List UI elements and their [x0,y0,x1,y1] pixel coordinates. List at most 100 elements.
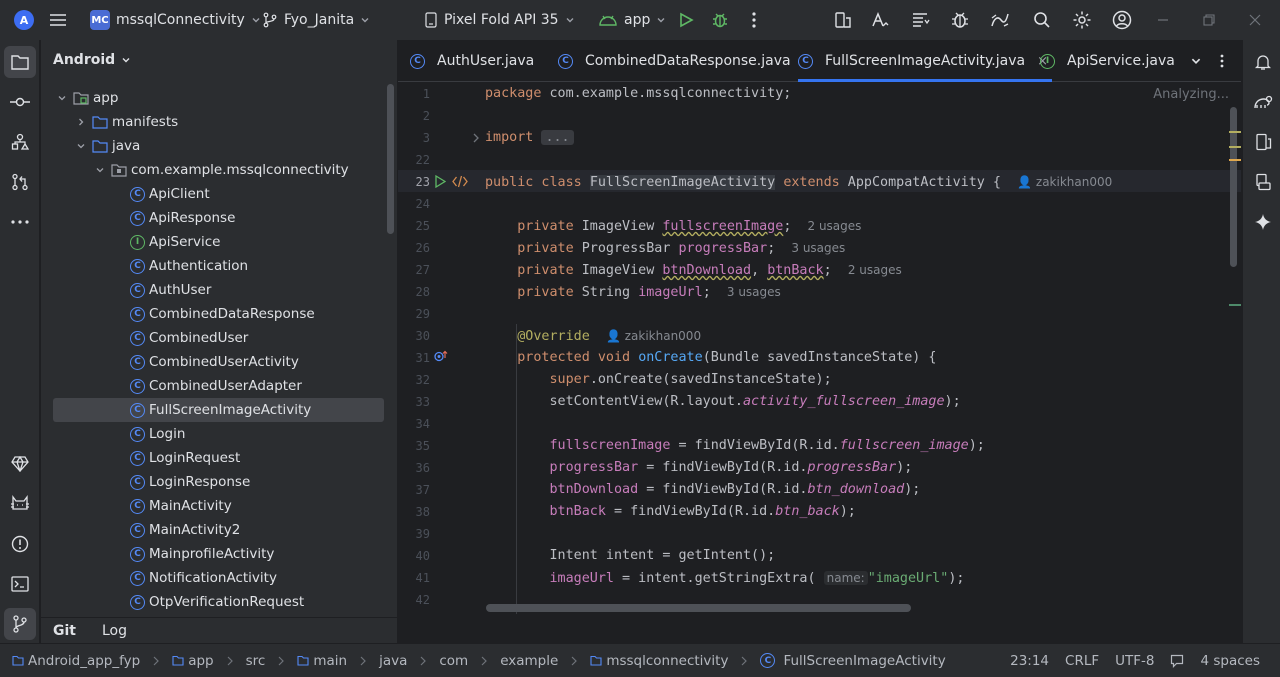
main-menu-logo[interactable]: A [8,6,40,34]
device-selector[interactable]: Pixel Fold API 35 [418,6,581,34]
sync-gradle-button[interactable] [904,4,936,36]
tree-item[interactable]: C LoginResponse [41,470,386,494]
notifications-button[interactable] [1247,46,1279,78]
tree-item[interactable]: C OtpVerificationRequest [41,590,386,614]
tree-item[interactable]: C Login [41,422,386,446]
tree-item[interactable]: app [41,86,386,110]
device-manager-button[interactable] [826,4,858,36]
settings-button[interactable] [1066,4,1098,36]
tree-item[interactable]: I ApiService [41,230,386,254]
account-button[interactable] [1106,4,1138,36]
tree-item[interactable]: C CombinedDataResponse [41,302,386,326]
attach-debugger-button[interactable] [944,4,976,36]
usages-hint[interactable]: 2 usages [848,263,902,277]
device-manager-side-button[interactable] [1247,126,1279,158]
run-config-selector[interactable]: app [592,6,672,34]
tree-item[interactable]: C NotificationActivity [41,566,386,590]
tree-item[interactable]: C CombinedUserActivity [41,350,386,374]
restore-button[interactable] [1186,0,1232,40]
warning-marker[interactable] [1229,146,1241,148]
code-editor[interactable]: 1 2 3 22 23 24 25 26 27 28 29 30 31 32 33 34 35 36 37 38 39 4… [398,83,1241,617]
hamburger-menu-icon[interactable] [42,4,74,36]
chevron-right-icon[interactable] [74,115,88,129]
author-hint[interactable]: 👤 zakikhan000 [606,329,701,343]
tree-item[interactable]: C AuthUser [41,278,386,302]
indent-setting[interactable]: 4 spaces [1192,653,1280,669]
breadcrumb-item[interactable]: example [500,653,558,669]
related-xml-button[interactable] [452,175,468,188]
project-selector[interactable]: MC mssqlConnectivity [84,6,267,34]
tree-item[interactable]: C MainprofileActivity [41,542,386,566]
translate-button[interactable] [864,4,896,36]
tab-combineddataresponse[interactable]: C CombinedDataResponse.java [558,40,791,82]
project-view-selector[interactable]: Android [53,52,131,68]
breadcrumb-item[interactable]: src [246,653,266,669]
tree-item[interactable]: C CombinedUserAdapter [41,374,386,398]
chevron-down-icon[interactable] [55,91,69,105]
caret-position[interactable]: 23:14 [1002,653,1057,669]
breadcrumb-item[interactable]: com [439,653,468,669]
tab-options-button[interactable] [1206,45,1238,77]
project-scrollbar[interactable] [387,84,394,234]
tab-fullscreenimageactivity[interactable]: C FullScreenImageActivity.java × [798,40,1052,82]
breadcrumb-item[interactable]: app [172,653,214,669]
readonly-toggle[interactable] [1162,654,1192,668]
gradle-button[interactable] [1247,86,1279,118]
more-tools-button[interactable] [4,206,36,238]
tree-item[interactable]: C ApiClient [41,182,386,206]
branch-selector[interactable]: Fyo_Janita [256,6,376,34]
change-marker[interactable] [1229,304,1241,306]
tree-item[interactable]: C MainActivity2 [41,518,386,542]
pull-requests-tool-button[interactable] [4,166,36,198]
warning-marker[interactable] [1229,159,1241,161]
search-button[interactable] [1026,4,1058,36]
minimize-button[interactable] [1140,0,1186,40]
chevron-down-icon[interactable] [93,163,107,177]
tab-authuser[interactable]: C AuthUser.java [410,40,534,82]
tree-item[interactable]: C FullScreenImageActivity [53,398,384,422]
build-variants-tool-button[interactable] [4,448,36,480]
fold-toggle[interactable] [472,133,480,143]
problems-tool-button[interactable] [4,528,36,560]
line-separator[interactable]: CRLF [1057,653,1107,669]
more-actions-button[interactable] [738,4,770,36]
usages-hint[interactable]: 2 usages [808,219,862,233]
file-encoding[interactable]: UTF-8 [1107,653,1162,669]
folded-imports[interactable]: ... [541,130,574,145]
tree-item[interactable]: manifests [41,110,386,134]
logcat-tool-button[interactable] [4,488,36,520]
tree-item[interactable]: C LoginRequest [41,446,386,470]
breadcrumb-item[interactable]: mssqlconnectivity [590,653,728,669]
breadcrumb-item[interactable]: java [379,653,407,669]
run-button[interactable] [670,4,702,36]
warning-marker[interactable] [1229,131,1241,133]
tree-item[interactable]: C CombinedUser [41,326,386,350]
chevron-down-icon[interactable] [74,139,88,153]
breadcrumb-item[interactable]: C FullScreenImageActivity [760,653,946,669]
override-gutter-icon[interactable] [434,350,448,362]
close-window-button[interactable] [1232,0,1278,40]
run-gutter-button[interactable] [434,175,446,188]
debug-button[interactable] [704,4,736,36]
app-quality-button[interactable] [984,4,1016,36]
tree-item[interactable]: java [41,134,386,158]
structure-tool-button[interactable] [4,126,36,158]
tree-item[interactable]: C Authentication [41,254,386,278]
running-devices-button[interactable] [1247,166,1279,198]
tree-item[interactable]: com.example.mssqlconnectivity [41,158,386,182]
tree-item[interactable]: C MainActivity [41,494,386,518]
tab-apiservice[interactable]: I ApiService.java [1040,40,1175,82]
breadcrumb-item[interactable]: main [297,653,347,669]
tree-item[interactable]: C ApiResponse [41,206,386,230]
usages-hint[interactable]: 3 usages [727,285,781,299]
project-tool-button[interactable] [4,46,36,78]
tab-git[interactable]: Git [53,623,76,639]
editor-horizontal-scrollbar[interactable] [486,604,911,612]
breadcrumb-item[interactable]: Android_app_fyp [12,653,140,669]
author-hint[interactable]: 👤 zakikhan000 [1017,175,1112,189]
git-tool-button[interactable] [4,608,36,640]
terminal-tool-button[interactable] [4,568,36,600]
gemini-button[interactable] [1247,206,1279,238]
tab-log[interactable]: Log [102,623,127,639]
usages-hint[interactable]: 3 usages [791,241,845,255]
